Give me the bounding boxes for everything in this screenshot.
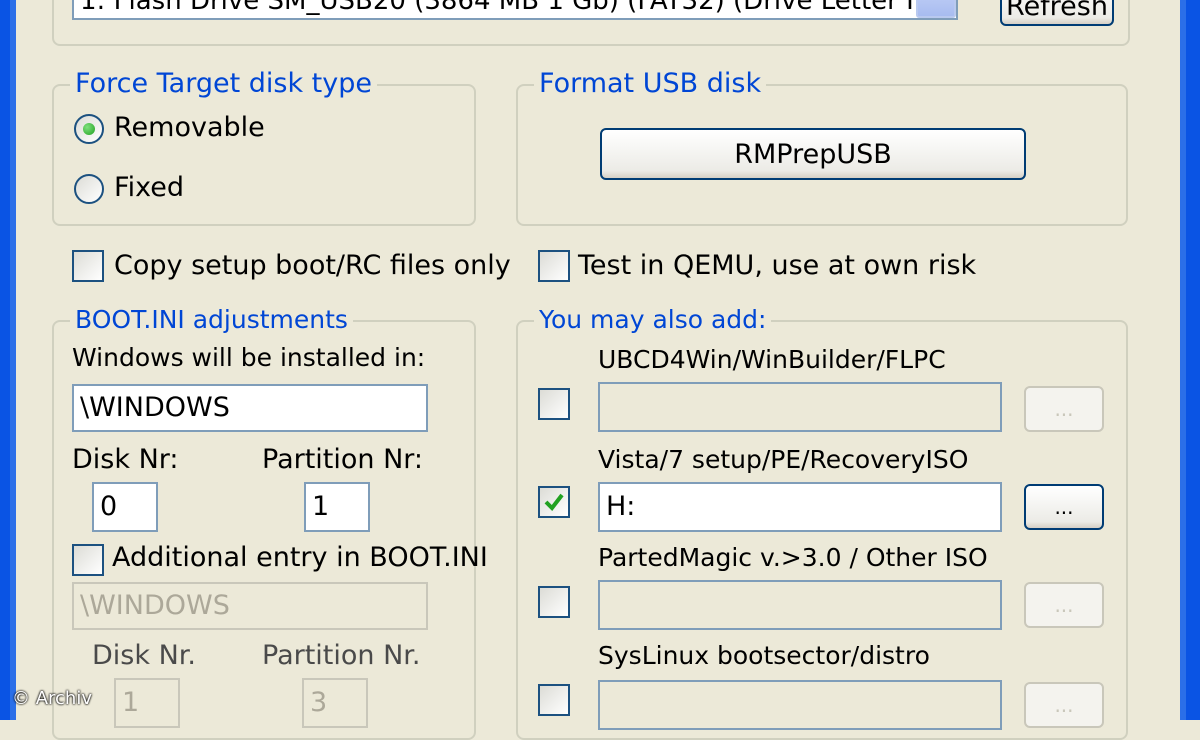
copy-setup-label: Copy setup boot/RC files only: [114, 250, 511, 281]
syslinux-browse-button[interactable]: ...: [1024, 682, 1104, 728]
chevron-down-icon[interactable]: [916, 0, 956, 18]
syslinux-label: SysLinux bootsector/distro: [598, 641, 930, 670]
fixed-label: Fixed: [114, 172, 184, 203]
partition-nr2-input[interactable]: 3: [302, 678, 368, 728]
installed-in-input[interactable]: \WINDOWS: [72, 384, 428, 432]
ubcd4win-input[interactable]: [598, 382, 1002, 432]
additional-entry-checkbox[interactable]: [72, 544, 104, 576]
force-target-title: Force Target disk type: [70, 68, 377, 100]
drive-combo[interactable]: 1: Flash Drive SM_USB20 (3864 MB 1 Gb) (…: [72, 0, 958, 20]
partedmagic-browse-button[interactable]: ...: [1024, 582, 1104, 628]
installed-in-value: \WINDOWS: [80, 392, 230, 423]
window-frame-left-inner: [10, 0, 16, 720]
disk-nr2-label: Disk Nr.: [92, 640, 196, 671]
window-frame-right-inner: [1180, 0, 1186, 720]
partedmagic-checkbox[interactable]: [538, 586, 570, 618]
rmprepusb-button-label: RMPrepUSB: [734, 138, 892, 170]
disk-nr2-value: 1: [122, 687, 140, 718]
vista7-browse-label: ...: [1054, 495, 1074, 519]
additional-entry-input[interactable]: \WINDOWS: [72, 582, 428, 630]
also-add-title: You may also add:: [534, 304, 772, 336]
rmprepusb-button[interactable]: RMPrepUSB: [600, 128, 1026, 180]
disk-nr2-input[interactable]: 1: [114, 678, 180, 728]
partition-nr-input[interactable]: 1: [304, 482, 370, 532]
vista7-label: Vista/7 setup/PE/RecoveryISO: [598, 445, 969, 474]
window-frame-right: [1186, 0, 1200, 720]
format-usb-title: Format USB disk: [534, 68, 767, 100]
refresh-button-label: Refresh: [1006, 0, 1108, 22]
refresh-button[interactable]: Refresh: [1000, 0, 1114, 26]
boot-ini-title: BOOT.INI adjustments: [70, 304, 353, 336]
partition-nr2-value: 3: [310, 687, 328, 718]
window-frame-left: [0, 0, 10, 720]
installed-in-label: Windows will be installed in:: [72, 343, 426, 372]
partedmagic-browse-label: ...: [1054, 593, 1074, 617]
test-qemu-checkbox[interactable]: [538, 250, 570, 282]
partition-nr2-label: Partition Nr.: [262, 640, 421, 671]
test-qemu-label: Test in QEMU, use at own risk: [578, 250, 977, 281]
syslinux-browse-label: ...: [1054, 693, 1074, 717]
removable-radio[interactable]: [74, 114, 104, 144]
syslinux-checkbox[interactable]: [538, 684, 570, 716]
disk-nr-label: Disk Nr:: [72, 444, 179, 475]
ubcd4win-label: UBCD4Win/WinBuilder/FLPC: [598, 345, 946, 374]
force-target-groupbox: [52, 84, 476, 226]
partedmagic-input[interactable]: [598, 580, 1002, 630]
ubcd4win-checkbox[interactable]: [538, 388, 570, 420]
disk-nr-input[interactable]: 0: [92, 482, 158, 532]
vista7-checkbox[interactable]: [538, 486, 570, 518]
partedmagic-label: PartedMagic v.>3.0 / Other ISO: [598, 543, 988, 572]
copy-setup-checkbox[interactable]: [72, 250, 104, 282]
disk-nr-value: 0: [100, 491, 118, 522]
watermark: © Archiv: [12, 688, 92, 709]
additional-entry-value: \WINDOWS: [80, 590, 230, 621]
additional-entry-label: Additional entry in BOOT.INI: [112, 542, 488, 573]
partition-nr-value: 1: [312, 491, 330, 522]
vista7-browse-button[interactable]: ...: [1024, 484, 1104, 530]
vista7-value: H:: [606, 491, 636, 522]
ubcd4win-browse-label: ...: [1054, 397, 1074, 421]
ubcd4win-browse-button[interactable]: ...: [1024, 386, 1104, 432]
vista7-input[interactable]: H:: [598, 482, 1002, 532]
syslinux-input[interactable]: [598, 680, 1002, 730]
removable-label: Removable: [114, 112, 265, 143]
partition-nr-label: Partition Nr:: [262, 444, 424, 475]
checkmark-icon: [544, 493, 564, 512]
fixed-radio[interactable]: [74, 174, 104, 204]
drive-combo-value: 1: Flash Drive SM_USB20 (3864 MB 1 Gb) (…: [80, 0, 958, 16]
radio-selected-dot: [83, 123, 95, 135]
